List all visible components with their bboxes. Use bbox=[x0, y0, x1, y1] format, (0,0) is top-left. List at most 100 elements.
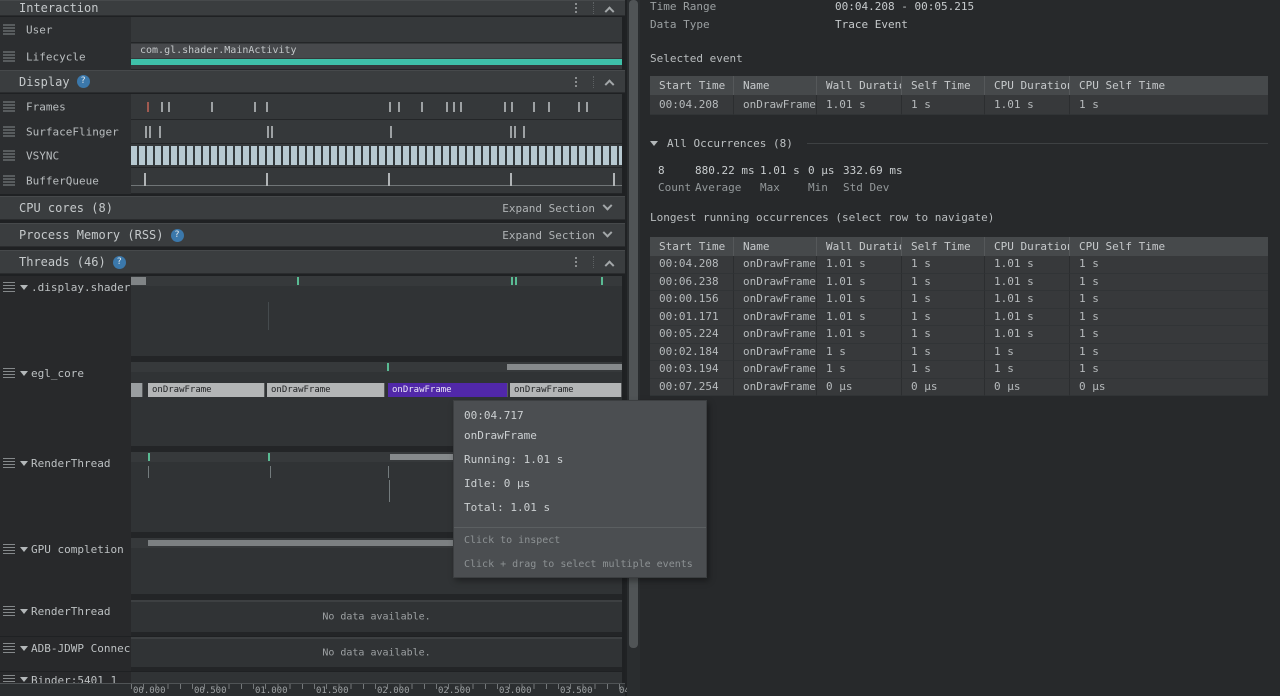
lane-label-frames: Frames bbox=[26, 101, 66, 114]
drag-handle-icon[interactable] bbox=[3, 368, 15, 379]
thread-name: egl_core bbox=[31, 367, 84, 380]
section-header-interaction[interactable]: Interaction bbox=[0, 0, 625, 16]
selected-event-table: Start Time Name Wall Duration Self Time … bbox=[650, 76, 1268, 115]
table-row[interactable]: 00:03.194onDrawFrame 1 s1 s 1 s1 s bbox=[650, 361, 1268, 379]
more-options-icon[interactable] bbox=[571, 75, 581, 89]
stat-std-dev: 332.69 msStd Dev bbox=[843, 164, 903, 194]
lifecycle-track[interactable]: com.gl.shader.MainActivity bbox=[131, 43, 622, 70]
vertical-scrollbar[interactable] bbox=[627, 0, 640, 696]
thread-name: Binder:5401_1 bbox=[31, 674, 117, 683]
axis-label: 03.500 bbox=[560, 686, 593, 696]
lifecycle-event-bar[interactable]: com.gl.shader.MainActivity bbox=[131, 44, 622, 58]
col-wall-duration[interactable]: Wall Duration bbox=[816, 76, 901, 95]
trace-event-bar[interactable]: onDrawFrame bbox=[148, 383, 265, 397]
thread-track[interactable] bbox=[131, 672, 622, 683]
drag-handle-icon[interactable] bbox=[3, 643, 15, 654]
time-axis[interactable]: 00.000 00.500 01.000 01.500 02.000 02.50… bbox=[0, 683, 625, 696]
section-header-threads[interactable]: Threads (46) ? bbox=[0, 250, 625, 274]
drag-handle-icon[interactable] bbox=[3, 151, 15, 162]
vsync-signal bbox=[131, 146, 622, 165]
expand-section-button[interactable]: Expand Section bbox=[502, 202, 611, 215]
table-row[interactable]: 00:02.184onDrawFrame 1 s1 s 1 s1 s bbox=[650, 344, 1268, 362]
longest-occurrences-title: Longest running occurrences (select row … bbox=[650, 211, 994, 224]
axis-label: 02.000 bbox=[377, 686, 410, 696]
help-icon[interactable]: ? bbox=[77, 75, 90, 88]
table-row[interactable]: 00:01.171onDrawFrame 1.01 s1 s 1.01 s1 s bbox=[650, 309, 1268, 327]
lane-lifecycle: Lifecycle com.gl.shader.MainActivity bbox=[0, 43, 625, 70]
tooltip-idle: Idle: 0 µs bbox=[464, 477, 530, 490]
vsync-track[interactable] bbox=[131, 144, 622, 168]
drag-handle-icon[interactable] bbox=[3, 675, 15, 683]
more-options-icon[interactable] bbox=[571, 1, 581, 15]
all-occurrences-toggle[interactable]: All Occurrences (8) bbox=[650, 137, 1268, 150]
section-header-display[interactable]: Display ? bbox=[0, 70, 625, 93]
thread-track[interactable]: No data available. bbox=[131, 637, 622, 671]
expand-triangle-icon[interactable] bbox=[20, 646, 28, 651]
table-row[interactable]: 00:06.238onDrawFrame 1.01 s1 s 1.01 s1 s bbox=[650, 274, 1268, 292]
tooltip-hint-drag: Click + drag to select multiple events bbox=[464, 559, 693, 570]
drag-handle-icon[interactable] bbox=[3, 606, 15, 617]
table-row[interactable]: 00:04.208onDrawFrame 1.01 s1 s 1.01 s1 s bbox=[650, 95, 1268, 115]
col-start-time[interactable]: Start Time bbox=[650, 237, 733, 256]
table-row[interactable]: 00:05.224onDrawFrame 1.01 s1 s 1.01 s1 s bbox=[650, 326, 1268, 344]
table-row[interactable]: 00:07.254onDrawFrame 0 µs0 µs 0 µs0 µs bbox=[650, 379, 1268, 397]
section-header-process-memory[interactable]: Process Memory (RSS) ? Expand Section bbox=[0, 223, 625, 247]
col-cpu-duration[interactable]: CPU Duration bbox=[984, 237, 1069, 256]
collapse-chevron-icon[interactable] bbox=[605, 6, 615, 16]
drag-handle-icon[interactable] bbox=[3, 544, 15, 555]
col-name[interactable]: Name bbox=[733, 76, 816, 95]
expand-triangle-icon[interactable] bbox=[20, 547, 28, 552]
expand-triangle-icon[interactable] bbox=[20, 285, 28, 290]
col-name[interactable]: Name bbox=[733, 237, 816, 256]
thread-track[interactable] bbox=[131, 276, 622, 362]
drag-handle-icon[interactable] bbox=[3, 282, 15, 293]
table-header-row: Start Time Name Wall Duration Self Time … bbox=[650, 237, 1268, 256]
tooltip-hint-inspect: Click to inspect bbox=[464, 535, 560, 546]
drag-handle-icon[interactable] bbox=[3, 458, 15, 469]
thread-renderthread-2: RenderThread No data available. bbox=[0, 600, 625, 636]
trace-event-bar-selected[interactable]: onDrawFrame bbox=[388, 383, 508, 397]
section-header-cpu-cores[interactable]: CPU cores (8) Expand Section bbox=[0, 196, 625, 220]
thread-name: RenderThread bbox=[31, 457, 110, 470]
table-row[interactable]: 00:04.208onDrawFrame 1.01 s1 s 1.01 s1 s bbox=[650, 256, 1268, 274]
drag-handle-icon[interactable] bbox=[3, 25, 15, 36]
bufferqueue-track[interactable] bbox=[131, 168, 622, 194]
col-self-time[interactable]: Self Time bbox=[901, 76, 984, 95]
user-track[interactable] bbox=[131, 17, 622, 43]
drag-handle-icon[interactable] bbox=[3, 127, 15, 138]
table-row[interactable]: 00:00.156onDrawFrame 1.01 s1 s 1.01 s1 s bbox=[650, 291, 1268, 309]
col-start-time[interactable]: Start Time bbox=[650, 76, 733, 95]
collapse-chevron-icon[interactable] bbox=[605, 79, 615, 89]
drag-handle-icon[interactable] bbox=[3, 102, 15, 113]
col-cpu-self-time[interactable]: CPU Self Time bbox=[1069, 76, 1268, 95]
help-icon[interactable]: ? bbox=[171, 229, 184, 242]
no-data-message: No data available. bbox=[131, 648, 622, 659]
expand-triangle-icon[interactable] bbox=[20, 677, 28, 682]
expand-triangle-icon[interactable] bbox=[20, 461, 28, 466]
drag-handle-icon[interactable] bbox=[3, 51, 15, 62]
col-self-time[interactable]: Self Time bbox=[901, 237, 984, 256]
help-icon[interactable]: ? bbox=[113, 256, 126, 269]
tooltip-total: Total: 1.01 s bbox=[464, 501, 550, 514]
divider bbox=[593, 2, 594, 14]
lifecycle-activity-bar[interactable] bbox=[131, 59, 622, 65]
col-wall-duration[interactable]: Wall Duration bbox=[816, 237, 901, 256]
divider bbox=[454, 527, 706, 528]
col-cpu-duration[interactable]: CPU Duration bbox=[984, 76, 1069, 95]
expand-triangle-icon[interactable] bbox=[20, 371, 28, 376]
tooltip-time: 00:04.717 bbox=[464, 409, 524, 422]
thread-name: ADB-JDWP Connec bbox=[31, 642, 130, 655]
col-cpu-self-time[interactable]: CPU Self Time bbox=[1069, 237, 1268, 256]
tooltip-running: Running: 1.01 s bbox=[464, 453, 563, 466]
expand-triangle-icon[interactable] bbox=[20, 609, 28, 614]
surfaceflinger-track[interactable] bbox=[131, 120, 622, 144]
frames-track[interactable] bbox=[131, 94, 622, 120]
stat-max: 1.01 sMax bbox=[760, 164, 800, 194]
expand-section-button[interactable]: Expand Section bbox=[502, 229, 611, 242]
more-options-icon[interactable] bbox=[571, 255, 581, 269]
trace-event-bar[interactable]: onDrawFrame bbox=[510, 383, 622, 397]
thread-track[interactable]: No data available. bbox=[131, 600, 622, 636]
trace-event-bar[interactable]: onDrawFrame bbox=[267, 383, 385, 397]
drag-handle-icon[interactable] bbox=[3, 176, 15, 187]
collapse-chevron-icon[interactable] bbox=[605, 260, 615, 270]
